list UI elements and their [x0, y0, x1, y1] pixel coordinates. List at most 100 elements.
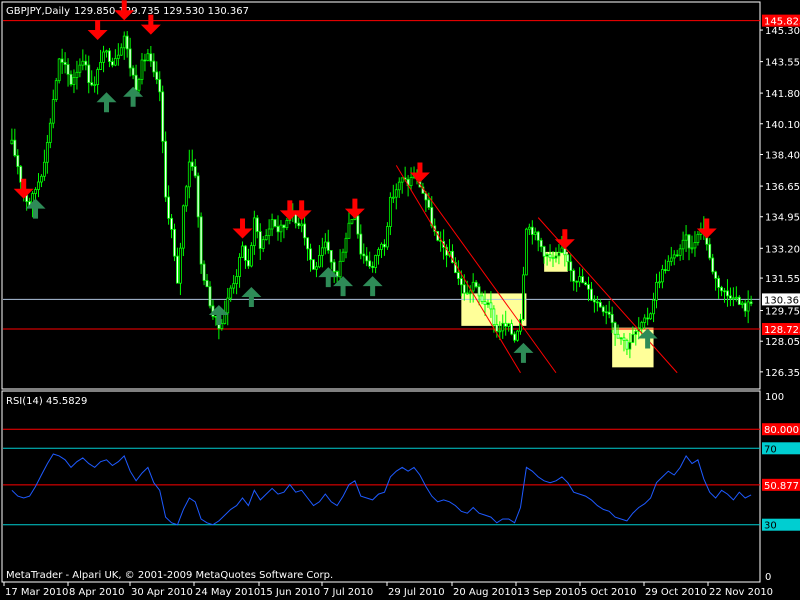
candle-body — [619, 337, 623, 340]
candle-body — [394, 189, 398, 198]
candle-body — [57, 58, 61, 82]
candle-body — [122, 35, 126, 49]
candle-body — [111, 61, 114, 66]
candle-body — [714, 271, 718, 279]
candle-body — [146, 53, 150, 61]
time-axis-tick-label: 30 Apr 2010 — [131, 587, 193, 598]
candle-body — [48, 122, 52, 143]
candle-body — [386, 226, 389, 248]
candle-body — [229, 287, 233, 299]
candle-body — [42, 161, 46, 177]
candle-body — [539, 239, 543, 248]
candle-body — [270, 219, 274, 230]
candle-body — [184, 186, 188, 207]
candle-body — [625, 339, 629, 350]
candle-body — [87, 64, 91, 83]
candle-body — [474, 281, 478, 288]
price-axis-tick-label: 133.200 — [765, 244, 800, 255]
candle-body — [696, 233, 700, 243]
candle-body — [462, 284, 466, 294]
price-axis-tick-label: 138.400 — [765, 151, 800, 162]
candle-body — [634, 331, 638, 335]
candle-body — [63, 61, 67, 65]
candle-body — [687, 234, 691, 249]
candle-body — [551, 257, 555, 260]
candle-body — [708, 243, 712, 259]
candle-body — [601, 306, 605, 313]
candle-body — [383, 243, 386, 248]
candle-body — [140, 59, 144, 80]
candle-body — [285, 220, 289, 229]
candle-body — [344, 237, 348, 253]
price-axis-tick-label: 140.105 — [765, 120, 800, 131]
rsi-panel-title: RSI(14) 45.5829 — [6, 396, 87, 407]
candle-body — [734, 296, 738, 299]
candle-body — [10, 139, 14, 145]
rsi-axis-tick-label: 0 — [765, 572, 771, 583]
candle-body — [575, 280, 579, 283]
metatrader-chart[interactable]: GBPJPY,Daily 129.850 129.735 129.530 130… — [0, 0, 800, 600]
ohlc-readout: 129.850 129.735 129.530 130.367 — [74, 6, 249, 17]
candle-body — [238, 256, 241, 277]
candle-body — [749, 301, 753, 305]
candle-body — [672, 254, 676, 259]
candle-body — [628, 342, 632, 350]
candle-body — [252, 217, 256, 246]
candle-body — [143, 59, 147, 62]
candle-body — [119, 47, 123, 56]
candle-body — [693, 242, 697, 249]
candle-body — [678, 248, 682, 256]
candle-body — [726, 290, 729, 297]
candle-body — [504, 322, 508, 327]
candle-body — [675, 254, 679, 257]
candle-body — [365, 255, 369, 262]
candle-body — [158, 79, 162, 93]
candle-body — [652, 299, 655, 315]
candle-body — [347, 222, 351, 239]
candle-body — [731, 297, 735, 300]
candle-body — [34, 189, 37, 194]
candle-body — [578, 276, 582, 283]
candle-body — [16, 155, 20, 167]
candle-body — [560, 247, 564, 253]
candle-body — [666, 260, 670, 271]
candle-body — [510, 323, 514, 335]
rsi-axis-tick-label: 30 — [764, 521, 777, 532]
candle-body — [669, 257, 673, 262]
candle-body — [93, 84, 97, 86]
price-tag-label: 128.725 — [764, 325, 800, 336]
candle-body — [468, 290, 472, 295]
candle-body — [255, 217, 259, 232]
time-axis-tick-label: 13 Sep 2010 — [517, 587, 580, 598]
candle-body — [235, 276, 239, 285]
candle-body — [391, 196, 395, 199]
time-axis-tick-label: 7 Jul 2010 — [323, 587, 373, 598]
price-axis-tick-label: 126.350 — [765, 368, 800, 379]
candle-body — [113, 58, 117, 66]
candle-body — [267, 228, 271, 237]
candle-body — [471, 281, 475, 292]
candle-body — [152, 60, 156, 73]
candle-body — [131, 67, 135, 76]
candle-body — [329, 250, 333, 263]
candle-body — [486, 302, 490, 305]
candle-body — [318, 255, 321, 268]
candle-body — [323, 241, 327, 249]
candle-body — [128, 48, 132, 69]
candle-body — [179, 247, 182, 284]
candle-body — [190, 161, 194, 167]
candle-body — [658, 281, 661, 284]
time-axis-tick-label: 24 May 2010 — [195, 587, 260, 598]
candle-body — [276, 225, 280, 233]
time-axis-tick-label: 17 Mar 2010 — [5, 587, 68, 598]
candle-body — [684, 234, 688, 241]
candle-body — [593, 299, 596, 303]
candle-body — [108, 50, 111, 63]
candle-body — [584, 282, 587, 285]
candle-body — [90, 82, 94, 86]
price-axis-tick-label: 141.805 — [765, 89, 800, 100]
candle-body — [400, 177, 404, 183]
candle-body — [498, 330, 502, 333]
time-axis-tick-label: 20 Aug 2010 — [453, 587, 517, 598]
candle-body — [199, 216, 203, 265]
